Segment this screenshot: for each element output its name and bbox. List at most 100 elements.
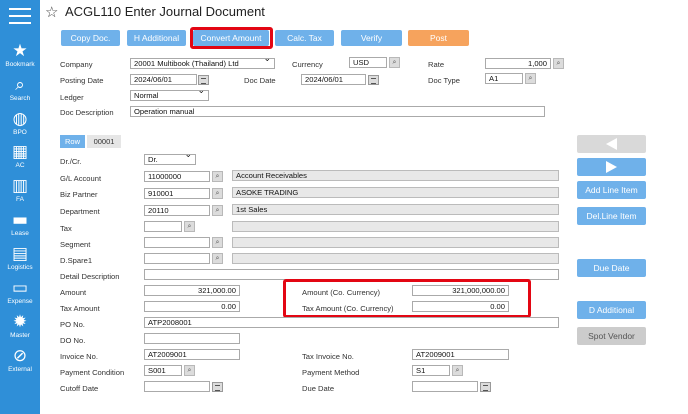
amount-input[interactable]: 321,000.00 bbox=[144, 285, 240, 296]
do-no-input[interactable] bbox=[144, 333, 240, 344]
sidebar: ★ Bookmark ⌕ Search ◍ BPO ▦ AC ▥ FA ▬ Lease ▤ L… bbox=[0, 0, 40, 414]
cutoff-date-label: Cutoff Date bbox=[60, 384, 99, 393]
dspare1-search-icon[interactable]: ⌕ bbox=[212, 253, 223, 264]
dspare1-name bbox=[232, 253, 559, 264]
drcr-label: Dr./Cr. bbox=[60, 157, 82, 166]
tax-input[interactable] bbox=[144, 221, 182, 232]
biz-partner-name: ASOKE TRADING bbox=[232, 187, 559, 198]
wallet-icon: ▭ bbox=[11, 278, 29, 298]
tax-search-icon[interactable]: ⌕ bbox=[184, 221, 195, 232]
do-no-label: DO No. bbox=[60, 336, 86, 345]
currency-search-icon[interactable]: ⌕ bbox=[389, 57, 400, 68]
star-icon: ★ bbox=[12, 41, 28, 61]
gl-account-name: Account Receivables bbox=[232, 170, 559, 181]
verify-button[interactable]: Verify bbox=[341, 30, 402, 46]
payment-method-input[interactable]: S1 bbox=[412, 365, 450, 376]
detail-description-label: Detail Description bbox=[60, 272, 120, 281]
department-search-icon[interactable]: ⌕ bbox=[212, 205, 223, 216]
payment-method-search-icon[interactable]: ⌕ bbox=[452, 365, 463, 376]
sidebar-item-expense[interactable]: ▭ Expense bbox=[0, 279, 40, 305]
payment-condition-input[interactable]: S001 bbox=[144, 365, 182, 376]
rate-input[interactable]: 1,000 bbox=[485, 58, 551, 69]
invoice-no-input[interactable]: AT2009001 bbox=[144, 349, 240, 360]
sidebar-item-bpo[interactable]: ◍ BPO bbox=[0, 110, 40, 136]
payment-method-label: Payment Method bbox=[302, 368, 360, 377]
rate-label: Rate bbox=[428, 60, 445, 69]
tax-name bbox=[232, 221, 559, 232]
po-no-input[interactable]: ATP2008001 bbox=[144, 317, 559, 328]
ledger-select[interactable]: Normal bbox=[130, 90, 209, 101]
currency-input[interactable]: USD bbox=[349, 57, 387, 68]
due-date-input[interactable] bbox=[412, 381, 478, 392]
due-date-calendar-icon[interactable] bbox=[480, 382, 491, 392]
cutoff-date-input[interactable] bbox=[144, 381, 210, 392]
doc-date-input[interactable]: 2024/06/01 bbox=[301, 74, 366, 85]
sidebar-item-fa[interactable]: ▥ FA bbox=[0, 177, 40, 203]
segment-input[interactable] bbox=[144, 237, 210, 248]
del-line-item-button[interactable]: Del.Line Item bbox=[577, 207, 646, 225]
rate-search-icon[interactable]: ⌕ bbox=[553, 58, 564, 69]
biz-partner-search-icon[interactable]: ⌕ bbox=[212, 188, 223, 199]
doc-type-search-icon[interactable]: ⌕ bbox=[525, 73, 536, 84]
tax-invoice-no-input[interactable]: AT2009001 bbox=[412, 349, 509, 360]
highlight-co-currency-amounts bbox=[283, 279, 531, 318]
doc-type-label: Doc Type bbox=[428, 76, 460, 85]
tab-row-00001[interactable]: 00001 bbox=[87, 135, 121, 148]
h-additional-button[interactable]: H Additional bbox=[127, 30, 186, 46]
sidebar-item-logistics[interactable]: ▤ Logistics bbox=[0, 245, 40, 271]
ledger-label: Ledger bbox=[60, 93, 84, 102]
sidebar-item-bookmark[interactable]: ★ Bookmark bbox=[0, 42, 40, 68]
copy-doc-button[interactable]: Copy Doc. bbox=[61, 30, 120, 46]
calc-tax-button[interactable]: Calc. Tax bbox=[275, 30, 334, 46]
po-no-label: PO No. bbox=[60, 320, 85, 329]
doc-description-input[interactable]: Operation manual bbox=[130, 106, 545, 117]
tax-amount-input[interactable]: 0.00 bbox=[144, 301, 240, 312]
highlight-convert-amount bbox=[190, 27, 273, 49]
sidebar-item-search[interactable]: ⌕ Search bbox=[0, 76, 40, 102]
payment-condition-label: Payment Condition bbox=[60, 368, 125, 377]
hamburger-menu-icon[interactable] bbox=[9, 8, 31, 26]
doc-description-label: Doc Description bbox=[60, 108, 114, 117]
tax-amount-label: Tax Amount bbox=[60, 304, 100, 313]
link-icon: ⊘ bbox=[12, 346, 28, 366]
posting-date-calendar-icon[interactable] bbox=[198, 75, 209, 85]
gl-account-search-icon[interactable]: ⌕ bbox=[212, 171, 223, 182]
due-date-button[interactable]: Due Date bbox=[577, 259, 646, 277]
page-title: ACGL110 Enter Journal Document bbox=[65, 4, 265, 19]
add-line-item-button[interactable]: Add Line Item bbox=[577, 181, 646, 199]
people-icon: ◍ bbox=[12, 109, 28, 129]
department-input[interactable]: 20110 bbox=[144, 205, 210, 216]
drcr-select[interactable]: Dr. bbox=[144, 154, 196, 165]
biz-partner-input[interactable]: 910001 bbox=[144, 188, 210, 199]
dspare1-label: D.Spare1 bbox=[60, 256, 93, 265]
sidebar-item-external[interactable]: ⊘ External bbox=[0, 347, 40, 373]
amount-label: Amount bbox=[60, 288, 87, 297]
posting-date-input[interactable]: 2024/06/01 bbox=[130, 74, 197, 85]
gl-account-label: G/L Account bbox=[60, 174, 102, 183]
biz-partner-label: Biz Partner bbox=[60, 190, 98, 199]
segment-search-icon[interactable]: ⌕ bbox=[212, 237, 223, 248]
d-additional-button[interactable]: D Additional bbox=[577, 301, 646, 319]
spot-vendor-button[interactable]: Spot Vendor bbox=[577, 327, 646, 345]
gear-icon: ✹ bbox=[12, 312, 28, 332]
dspare1-input[interactable] bbox=[144, 253, 210, 264]
favorite-star-icon[interactable]: ☆ bbox=[45, 3, 58, 21]
doc-type-input[interactable]: A1 bbox=[485, 73, 523, 84]
sidebar-item-lease[interactable]: ▬ Lease bbox=[0, 211, 40, 237]
gl-account-input[interactable]: 11000000 bbox=[144, 171, 210, 182]
sidebar-item-ac[interactable]: ▦ AC bbox=[0, 143, 40, 169]
tax-invoice-no-label: Tax Invoice No. bbox=[302, 352, 354, 361]
sidebar-item-master[interactable]: ✹ Master bbox=[0, 313, 40, 339]
invoice-no-label: Invoice No. bbox=[60, 352, 98, 361]
title-bar: ☆ ACGL110 Enter Journal Document bbox=[40, 0, 688, 24]
company-select[interactable]: 20001 Multibook (Thailand) Ltd bbox=[130, 58, 275, 69]
payment-condition-search-icon[interactable]: ⌕ bbox=[184, 365, 195, 376]
tab-row[interactable]: Row bbox=[60, 135, 85, 148]
next-row-button[interactable] bbox=[577, 158, 646, 176]
cutoff-date-calendar-icon[interactable] bbox=[212, 382, 223, 392]
post-button[interactable]: Post bbox=[408, 30, 469, 46]
box-icon: ▤ bbox=[11, 244, 29, 264]
doc-date-calendar-icon[interactable] bbox=[368, 75, 379, 85]
previous-row-button[interactable] bbox=[577, 135, 646, 153]
segment-name bbox=[232, 237, 559, 248]
